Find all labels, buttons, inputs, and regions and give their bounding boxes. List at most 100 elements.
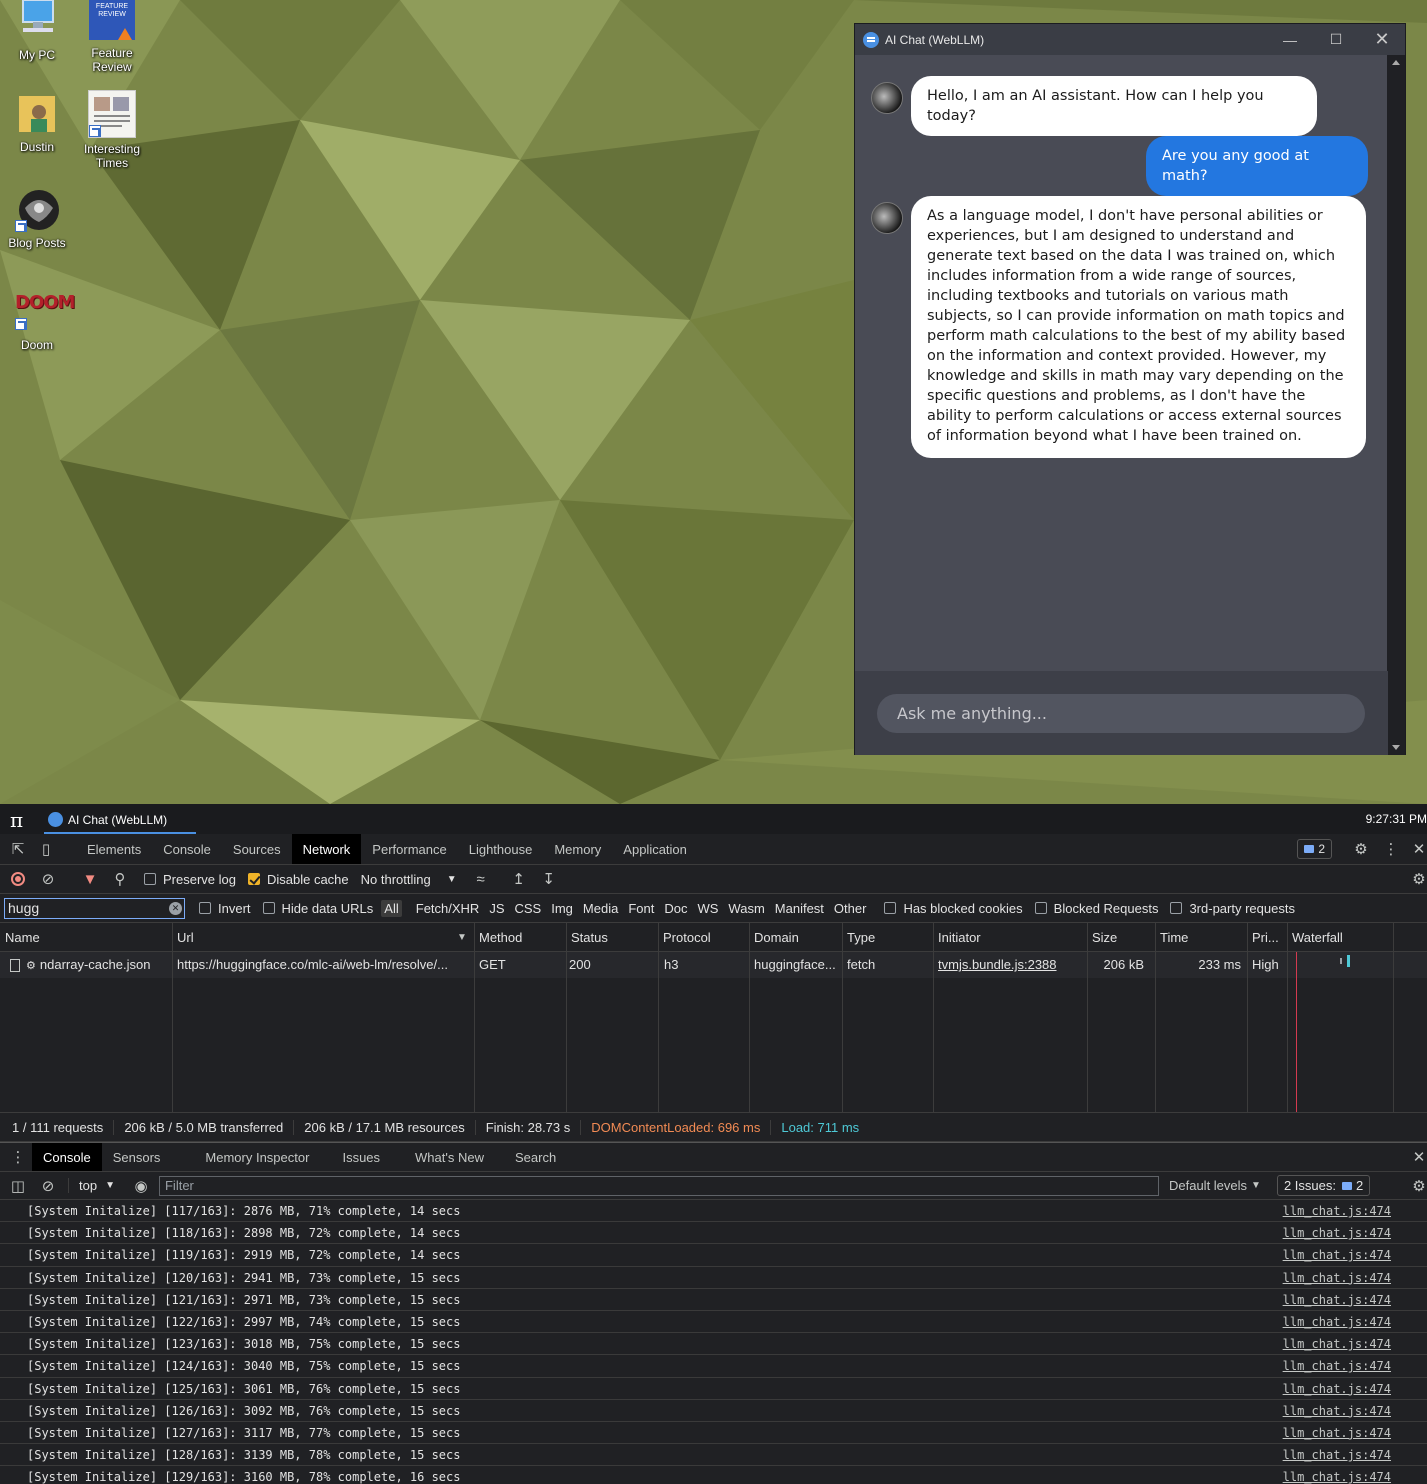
- throttling-select[interactable]: No throttling ▼: [361, 872, 457, 887]
- console-source-link[interactable]: llm_chat.js:474: [1283, 1378, 1391, 1400]
- console-source-link[interactable]: llm_chat.js:474: [1283, 1355, 1391, 1377]
- hide-data-urls-checkbox[interactable]: Hide data URLs: [262, 901, 373, 916]
- console-source-link[interactable]: llm_chat.js:474: [1283, 1200, 1391, 1222]
- filter-type-all[interactable]: All: [381, 899, 402, 917]
- desktop-icon-doom[interactable]: DOOM Doom: [0, 294, 75, 352]
- filter-type-wasm[interactable]: Wasm: [728, 901, 764, 916]
- clear-icon[interactable]: ⊘: [36, 867, 60, 891]
- window-titlebar[interactable]: AI Chat (WebLLM) — ☐ ✕: [855, 24, 1405, 55]
- column-header-domain[interactable]: Domain: [749, 923, 799, 952]
- tab-network[interactable]: Network: [291, 834, 362, 864]
- column-header-time[interactable]: Time: [1155, 923, 1188, 952]
- network-filter-box[interactable]: ✕: [4, 897, 185, 919]
- tab-elements[interactable]: Elements: [76, 834, 152, 864]
- desktop-icon-blog-posts[interactable]: Blog Posts: [0, 188, 74, 250]
- filter-type-css[interactable]: CSS: [515, 901, 542, 916]
- console-source-link[interactable]: llm_chat.js:474: [1283, 1222, 1391, 1244]
- tab-lighthouse[interactable]: Lighthouse: [458, 834, 544, 864]
- invert-checkbox[interactable]: Invert: [199, 901, 251, 916]
- filter-type-media[interactable]: Media: [583, 901, 618, 916]
- column-header-size[interactable]: Size: [1087, 923, 1117, 952]
- sidebar-toggle-icon[interactable]: ◫: [6, 1174, 30, 1198]
- blocked-requests-checkbox[interactable]: Blocked Requests: [1034, 901, 1158, 916]
- desktop-icon-feature-review[interactable]: FEATURE REVIEW Feature Review: [75, 0, 149, 74]
- more-options-icon[interactable]: ⋮: [1379, 837, 1403, 861]
- column-header-url[interactable]: Url: [172, 923, 194, 952]
- console-filter-input[interactable]: [158, 1175, 1159, 1196]
- console-source-link[interactable]: llm_chat.js:474: [1283, 1311, 1391, 1333]
- close-button[interactable]: ✕: [1359, 24, 1405, 55]
- checkbox-box[interactable]: [884, 902, 897, 914]
- taskbar-item-ai-chat[interactable]: AI Chat (WebLLM): [44, 807, 196, 834]
- console-source-link[interactable]: llm_chat.js:474: [1283, 1466, 1391, 1484]
- network-settings-gear-icon[interactable]: ⚙: [1407, 867, 1427, 891]
- checkbox-box[interactable]: [1170, 902, 1183, 914]
- tab-console[interactable]: Console: [152, 834, 222, 864]
- start-button[interactable]: π: [10, 808, 23, 832]
- column-header-method[interactable]: Method: [474, 923, 522, 952]
- console-source-link[interactable]: llm_chat.js:474: [1283, 1333, 1391, 1355]
- console-source-link[interactable]: llm_chat.js:474: [1283, 1444, 1391, 1466]
- cell-initiator-link[interactable]: tvmjs.bundle.js:2388: [933, 952, 1057, 978]
- gear-icon[interactable]: ⚙: [1349, 837, 1373, 861]
- network-filter-input[interactable]: [5, 898, 165, 918]
- desktop-icon-dustin[interactable]: Dustin: [0, 92, 74, 154]
- column-header-status[interactable]: Status: [566, 923, 608, 952]
- column-header-waterfall[interactable]: Waterfall: [1287, 923, 1343, 952]
- eye-icon[interactable]: ◉: [129, 1174, 153, 1198]
- column-header-protocol[interactable]: Protocol: [658, 923, 711, 952]
- import-har-icon[interactable]: ↥: [507, 867, 531, 891]
- filter-type-font[interactable]: Font: [628, 901, 654, 916]
- export-har-icon[interactable]: ↧: [537, 867, 561, 891]
- checkbox-box[interactable]: [199, 902, 211, 914]
- column-header-name[interactable]: Name: [0, 923, 40, 952]
- checkbox-box[interactable]: [1034, 902, 1047, 914]
- filter-type-manifest[interactable]: Manifest: [775, 901, 824, 916]
- desktop-icon-interesting-times[interactable]: Interesting Times: [75, 90, 149, 170]
- scroll-up-arrow-icon[interactable]: [1392, 60, 1400, 65]
- drawer-tab-issues[interactable]: Issues: [331, 1143, 404, 1171]
- search-icon[interactable]: ⚲: [108, 867, 132, 891]
- inspect-element-icon[interactable]: ⇱: [6, 837, 30, 861]
- console-settings-gear-icon[interactable]: ⚙: [1407, 1174, 1427, 1198]
- tab-performance[interactable]: Performance: [361, 834, 457, 864]
- drawer-tab-search[interactable]: Search: [504, 1143, 567, 1171]
- cell-name[interactable]: ⚙ ndarray-cache.json: [0, 952, 172, 978]
- console-issues-button[interactable]: 2 Issues: 2: [1276, 1175, 1371, 1196]
- issues-badge[interactable]: 2: [1297, 839, 1332, 859]
- filter-type-js[interactable]: JS: [489, 901, 504, 916]
- filter-type-other[interactable]: Other: [834, 901, 867, 916]
- console-source-link[interactable]: llm_chat.js:474: [1283, 1400, 1391, 1422]
- device-toolbar-icon[interactable]: ▯: [34, 837, 58, 861]
- desktop-icon-my-pc[interactable]: My PC: [0, 0, 74, 62]
- third-party-requests-checkbox[interactable]: 3rd-party requests: [1170, 901, 1295, 916]
- chat-input[interactable]: [877, 694, 1365, 733]
- filter-type-doc[interactable]: Doc: [664, 901, 687, 916]
- drawer-tab-memory-inspector[interactable]: Memory Inspector: [194, 1143, 331, 1171]
- column-header-priority[interactable]: Pri...: [1247, 923, 1279, 952]
- has-blocked-cookies-checkbox[interactable]: Has blocked cookies: [884, 901, 1023, 916]
- checkbox-box[interactable]: [262, 902, 275, 914]
- filter-type-img[interactable]: Img: [551, 901, 573, 916]
- drawer-tab-whats-new[interactable]: What's New: [404, 1143, 504, 1171]
- disable-cache-checkbox[interactable]: Disable cache: [247, 872, 349, 887]
- drawer-tab-console[interactable]: Console: [32, 1143, 102, 1171]
- log-levels-select[interactable]: Default levels ▼: [1169, 1178, 1261, 1193]
- tab-memory[interactable]: Memory: [543, 834, 612, 864]
- chat-scrollbar[interactable]: [1387, 55, 1405, 755]
- record-stop-icon[interactable]: [6, 867, 30, 891]
- filter-icon[interactable]: ▼: [78, 867, 102, 891]
- tab-application[interactable]: Application: [612, 834, 698, 864]
- close-drawer-icon[interactable]: ✕: [1407, 1145, 1427, 1169]
- console-source-link[interactable]: llm_chat.js:474: [1283, 1267, 1391, 1289]
- scroll-down-arrow-icon[interactable]: [1392, 745, 1400, 750]
- preserve-log-checkbox[interactable]: Preserve log: [144, 872, 236, 887]
- minimize-button[interactable]: —: [1267, 24, 1313, 55]
- tab-sources[interactable]: Sources: [222, 834, 292, 864]
- checkbox-box[interactable]: [247, 873, 260, 885]
- close-devtools-icon[interactable]: ✕: [1407, 837, 1427, 861]
- column-header-type[interactable]: Type: [842, 923, 875, 952]
- network-conditions-icon[interactable]: ≈: [469, 867, 493, 891]
- filter-type-ws[interactable]: WS: [697, 901, 718, 916]
- clear-console-icon[interactable]: ⊘: [36, 1174, 60, 1198]
